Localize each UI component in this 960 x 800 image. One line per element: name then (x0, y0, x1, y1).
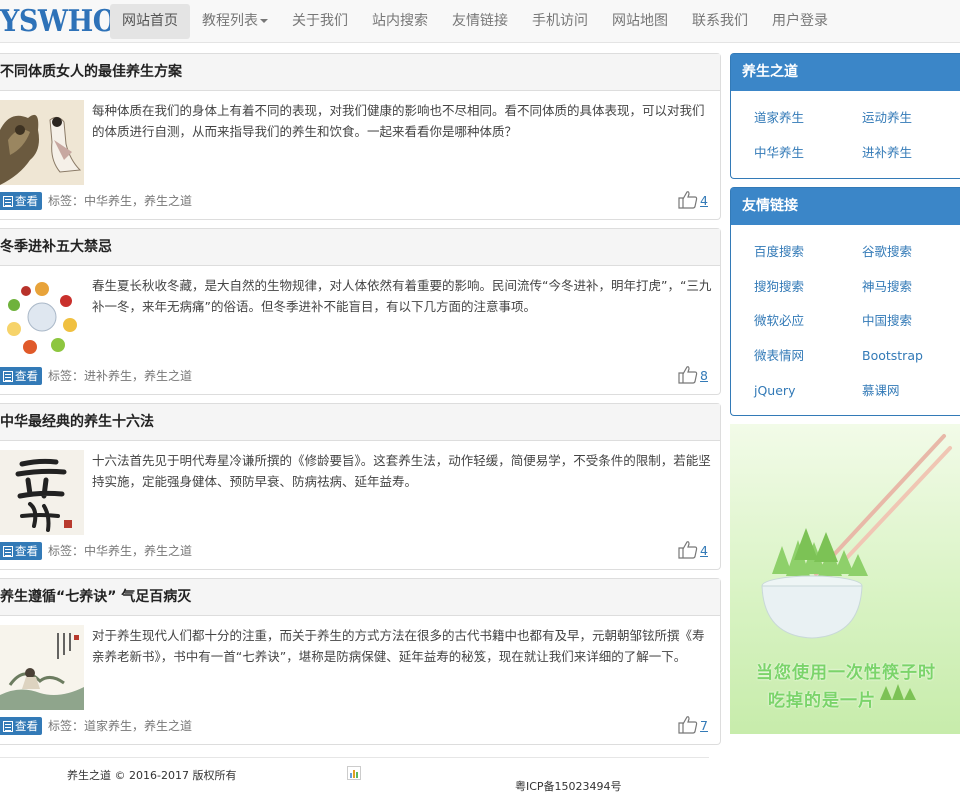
sidebar-link[interactable]: 中华养生 (754, 136, 862, 171)
tag-link[interactable]: 养生之道 (144, 719, 192, 733)
ad-banner[interactable]: 当您使用一次性筷子时 吃掉的是一片 (730, 424, 960, 734)
health-panel: 养生之道 道家养生 运动养生 中华养生 进补养生 (730, 53, 960, 179)
tag-link[interactable]: 养生之道 (144, 369, 192, 383)
ad-slogan-line2: 吃掉的是一片 (768, 691, 876, 711)
friend-link[interactable]: 慕课网 (862, 374, 960, 409)
tags-label: 标签： (48, 719, 85, 733)
footer-copyright: 养生之道 © 2016-2017 版权所有 (67, 769, 237, 782)
panel-title: 养生之道 (731, 54, 960, 91)
like-count[interactable]: 4 (700, 193, 708, 209)
tag-link[interactable]: 中华养生 (84, 194, 132, 208)
article-excerpt: 春生夏长秋收冬藏，是大自然的生物规律，对人体依然有着重要的影响。民间流传“今冬进… (92, 278, 712, 314)
thumbs-up-icon (678, 366, 698, 384)
tag-link[interactable]: 养生之道 (144, 194, 192, 208)
view-button-label: 查看 (15, 544, 38, 558)
friend-link[interactable]: 搜狗搜索 (754, 270, 862, 305)
thumbs-up-icon (678, 191, 698, 209)
like-count[interactable]: 7 (700, 718, 708, 734)
article-title[interactable]: 养生遵循“七养诀” 气足百病灭 (0, 579, 720, 616)
article-tags: 标签：道家养生，养生之道 (48, 719, 193, 733)
document-icon (3, 371, 13, 382)
nav-contact[interactable]: 联系我们 (680, 4, 760, 39)
view-button[interactable]: 查看 (0, 542, 42, 560)
friend-link[interactable]: 神马搜索 (862, 270, 960, 305)
nav-sitemap[interactable]: 网站地图 (600, 4, 680, 39)
friend-links-panel: 友情链接 百度搜索 谷歌搜索 搜狗搜索 神马搜索 微软必应 中国搜索 微表情网 … (730, 187, 960, 416)
friend-link[interactable]: 微表情网 (754, 339, 862, 374)
document-icon (3, 721, 13, 732)
document-icon (3, 546, 13, 557)
tags-label: 标签： (48, 194, 85, 208)
site-logo[interactable]: YSWHO (0, 0, 116, 43)
document-icon (3, 196, 13, 207)
view-button[interactable]: 查看 (0, 367, 42, 385)
thumbs-up-icon (678, 716, 698, 734)
article-title[interactable]: 不同体质女人的最佳养生方案 (0, 54, 720, 91)
article-card: 养生遵循“七养诀” 气足百病灭 对于养生现代人们都十分的注重，而关于养生的方式方… (0, 578, 721, 745)
article-excerpt: 十六法首先见于明代寿星冷谦所撰的《修龄要旨》。这套养生法，动作轻缓，简便易学，不… (92, 453, 711, 489)
like-button[interactable]: 4 (678, 540, 708, 559)
sidebar-link[interactable]: 道家养生 (754, 101, 862, 136)
tag-link[interactable]: 中华养生 (84, 544, 132, 558)
friend-link[interactable]: 微软必应 (754, 304, 862, 339)
friend-links: 百度搜索 谷歌搜索 搜狗搜索 神马搜索 微软必应 中国搜索 微表情网 Boots… (731, 225, 960, 408)
article-card: 冬季进补五大禁忌 春生夏长秋收冬藏，是大自然的生物规律，对人体依然有着重要的影响… (0, 228, 721, 395)
nav-tutorials[interactable]: 教程列表 (190, 4, 280, 39)
caret-down-icon (260, 19, 268, 23)
article-thumbnail[interactable] (0, 450, 84, 535)
nav-home[interactable]: 网站首页 (110, 4, 190, 39)
thumbs-up-icon (678, 541, 698, 559)
nav-friend-links[interactable]: 友情链接 (440, 4, 520, 39)
view-button-label: 查看 (15, 719, 38, 733)
article-card: 不同体质女人的最佳养生方案 每种体质在我们的身体上有着不同的表现，对我们健康的影… (0, 53, 721, 220)
article-tags: 标签：中华养生，养生之道 (48, 194, 193, 208)
like-count[interactable]: 4 (700, 543, 708, 559)
article-title[interactable]: 中华最经典的养生十六法 (0, 404, 720, 441)
tag-link[interactable]: 进补养生 (84, 369, 132, 383)
article-tags: 标签：进补养生，养生之道 (48, 369, 193, 383)
tags-label: 标签： (48, 369, 85, 383)
like-count[interactable]: 8 (700, 368, 708, 384)
tag-link[interactable]: 养生之道 (144, 544, 192, 558)
stats-counter-icon[interactable] (347, 766, 361, 780)
panel-title: 友情链接 (731, 188, 960, 225)
article-thumbnail[interactable] (0, 275, 84, 360)
friend-link[interactable]: jQuery (754, 374, 862, 409)
footer-divider (0, 757, 709, 758)
view-button-label: 查看 (15, 194, 38, 208)
like-button[interactable]: 8 (678, 365, 708, 384)
article-tags: 标签：中华养生，养生之道 (48, 544, 193, 558)
ad-slogan-line1: 当您使用一次性筷子时 (756, 663, 936, 683)
nav-login[interactable]: 用户登录 (760, 4, 840, 39)
nav-tutorials-label: 教程列表 (202, 13, 258, 29)
main-nav: 网站首页 教程列表 关于我们 站内搜索 友情链接 手机访问 网站地图 联系我们 … (110, 4, 840, 39)
friend-link[interactable]: Bootstrap (862, 339, 960, 374)
tag-link[interactable]: 道家养生 (84, 719, 132, 733)
like-button[interactable]: 7 (678, 715, 708, 734)
nav-search[interactable]: 站内搜索 (360, 4, 440, 39)
footer-icp[interactable]: 粤ICP备15023494号 (515, 778, 622, 794)
nav-about[interactable]: 关于我们 (280, 4, 360, 39)
friend-link[interactable]: 中国搜索 (862, 304, 960, 339)
sidebar-link[interactable]: 运动养生 (862, 101, 960, 136)
view-button[interactable]: 查看 (0, 192, 42, 210)
article-title[interactable]: 冬季进补五大禁忌 (0, 229, 720, 266)
nav-mobile[interactable]: 手机访问 (520, 4, 600, 39)
article-card: 中华最经典的养生十六法 十六法首先见于明代寿星冷谦所撰的《修龄要旨》。这套养生法… (0, 403, 721, 570)
tags-label: 标签： (48, 544, 85, 558)
health-links: 道家养生 运动养生 中华养生 进补养生 (731, 91, 960, 170)
article-thumbnail[interactable] (0, 625, 84, 710)
article-excerpt: 每种体质在我们的身体上有着不同的表现，对我们健康的影响也不尽相同。看不同体质的具… (92, 103, 705, 139)
sidebar-link[interactable]: 进补养生 (862, 136, 960, 171)
like-button[interactable]: 4 (678, 190, 708, 209)
friend-link[interactable]: 谷歌搜索 (862, 235, 960, 270)
view-button[interactable]: 查看 (0, 717, 42, 735)
article-excerpt: 对于养生现代人们都十分的注重，而关于养生的方式方法在很多的古代书籍中也都有及早，… (92, 628, 705, 664)
view-button-label: 查看 (15, 369, 38, 383)
top-navbar: YSWHO 网站首页 教程列表 关于我们 站内搜索 友情链接 手机访问 网站地图… (0, 0, 960, 43)
friend-link[interactable]: 百度搜索 (754, 235, 862, 270)
article-thumbnail[interactable] (0, 100, 84, 185)
